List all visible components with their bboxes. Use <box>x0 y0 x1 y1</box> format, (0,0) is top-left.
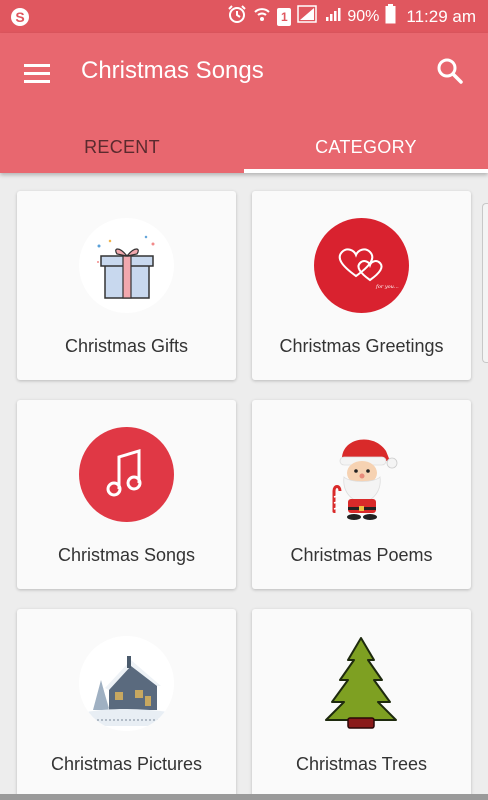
category-card-poems[interactable]: Christmas Poems <box>252 400 471 589</box>
category-label: Christmas Trees <box>295 754 428 774</box>
nav-bar-strip <box>0 794 488 800</box>
tab-category[interactable]: CATEGORY <box>244 121 488 173</box>
battery-percent: 90% <box>347 7 380 25</box>
category-label: Christmas Pictures <box>50 754 203 774</box>
signal-icon <box>297 5 319 28</box>
app-bar: Christmas Songs RECENT CATEGORY <box>0 33 488 173</box>
santa-icon <box>314 427 409 522</box>
category-card-gifts[interactable]: Christmas Gifts <box>17 191 236 380</box>
category-card-pictures[interactable]: Christmas Pictures <box>17 609 236 798</box>
snowy-house-icon <box>79 636 174 731</box>
skype-icon: S <box>10 7 30 32</box>
category-label: Christmas Poems <box>290 545 433 565</box>
category-label: Christmas Songs <box>57 545 196 565</box>
hamburger-menu-icon[interactable] <box>24 61 52 85</box>
signal-icon-2 <box>325 6 341 27</box>
search-icon[interactable] <box>436 57 464 85</box>
tab-bar: RECENT CATEGORY <box>0 121 488 173</box>
battery-icon <box>385 4 396 29</box>
music-note-icon <box>79 427 174 522</box>
svg-text:for you...: for you... <box>375 284 399 290</box>
svg-text:S: S <box>15 9 24 25</box>
category-card-trees[interactable]: Christmas Trees <box>252 609 471 798</box>
fast-scroll-handle[interactable] <box>482 203 488 363</box>
sim-badge-icon: 1 <box>277 7 292 26</box>
wifi-call-icon <box>253 4 271 29</box>
category-label: Christmas Greetings <box>279 336 444 356</box>
category-card-greetings[interactable]: for you... Christmas Greetings <box>252 191 471 380</box>
christmas-tree-icon <box>314 636 409 731</box>
category-card-songs[interactable]: Christmas Songs <box>17 400 236 589</box>
gift-icon <box>79 218 174 313</box>
status-bar: S 1 90% 11:29 am <box>0 0 488 33</box>
hearts-icon: for you... <box>314 218 409 313</box>
page-title: Christmas Songs <box>81 57 264 84</box>
alarm-icon <box>227 4 247 29</box>
tab-recent[interactable]: RECENT <box>0 121 244 173</box>
clock: 11:29 am <box>406 6 476 26</box>
category-label: Christmas Gifts <box>64 336 188 356</box>
